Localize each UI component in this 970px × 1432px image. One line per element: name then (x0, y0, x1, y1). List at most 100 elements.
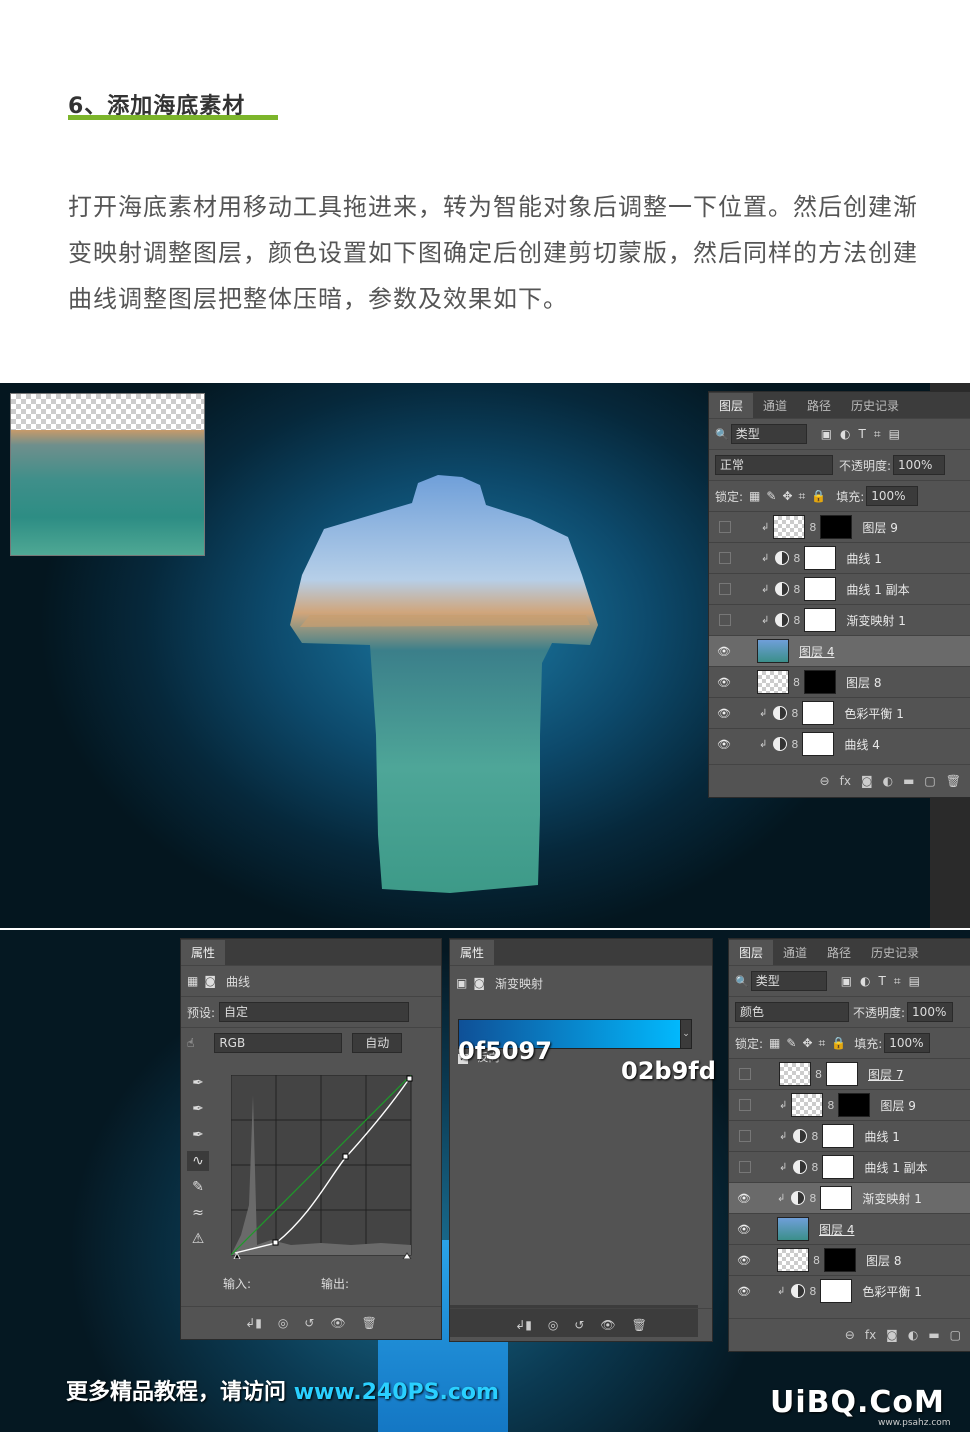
eye-icon[interactable]: 👁 (709, 676, 739, 689)
fill-field[interactable]: 100% (866, 486, 919, 506)
smooth-icon[interactable]: ≈ (187, 1203, 209, 1223)
layer-row[interactable]: ↲ 8 图层 9 (729, 1089, 970, 1120)
tab-channels[interactable]: 通道 (753, 393, 797, 418)
trash-icon[interactable]: 🗑 (362, 1316, 377, 1330)
white-point-eyedropper-icon[interactable]: ✒ (187, 1125, 209, 1145)
layer-row[interactable]: ↲ 8 曲线 1 (709, 542, 970, 573)
layer-row-selected[interactable]: 👁 ↲ 8 渐变映射 1 (729, 1182, 970, 1213)
layer-row[interactable]: 👁 8 图层 8 (729, 1244, 970, 1275)
reset-icon[interactable]: ↺ (304, 1316, 314, 1330)
layer-row[interactable]: ↲ 8 渐变映射 1 (709, 604, 970, 635)
layer-row[interactable]: ↲ 8 图层 9 (709, 511, 970, 542)
lock-label: 锁定: (735, 1036, 764, 1051)
curve-point-tool-icon[interactable]: ∿ (187, 1151, 209, 1171)
visibility-toggle[interactable] (739, 1099, 751, 1111)
tab-channels[interactable]: 通道 (773, 940, 817, 965)
filter-kind-select[interactable]: 类型 (750, 971, 827, 991)
eye-icon[interactable]: 👁 (709, 645, 739, 658)
link-layers-icon[interactable]: ⊖ (845, 1328, 855, 1342)
visibility-toggle[interactable] (719, 552, 731, 564)
layer-row[interactable]: ↲ 8 曲线 1 副本 (709, 573, 970, 604)
visibility-toggle[interactable] (739, 1068, 751, 1080)
lock-icons[interactable]: ▦✎✥⌗🔒 (769, 1036, 852, 1051)
eye-icon[interactable]: 👁 (729, 1254, 759, 1267)
add-mask-icon[interactable]: ◙ (886, 1328, 898, 1342)
curves-graph[interactable] (231, 1075, 413, 1259)
eye-icon[interactable]: 👁 (709, 738, 739, 751)
layer-row[interactable]: ↲ 8 曲线 1 (729, 1120, 970, 1151)
new-group-icon[interactable]: ▬ (903, 774, 914, 788)
layer-mask (820, 1186, 853, 1210)
visibility-toggle[interactable] (719, 583, 731, 595)
layer-row[interactable]: 👁 ↲ 8 曲线 4 (709, 728, 970, 759)
blend-mode-select[interactable]: 正常 (715, 455, 833, 475)
layer-row[interactable]: 👁 图层 4 (729, 1213, 970, 1244)
add-mask-icon[interactable]: ◙ (861, 774, 873, 788)
opacity-field[interactable]: 100% (893, 455, 946, 475)
auto-button[interactable]: 自动 (352, 1033, 403, 1053)
layer-mask (804, 608, 837, 632)
fx-button[interactable]: fx (840, 774, 851, 788)
layer-row[interactable]: 8 图层 7 (729, 1058, 970, 1089)
trash-icon[interactable]: 🗑 (946, 774, 961, 788)
new-adjustment-icon[interactable]: ◐ (883, 774, 893, 788)
visibility-toggle[interactable] (739, 1130, 751, 1142)
layers-panel: 图层 通道 路径 历史记录 🔍 类型 ▣◐T⌗▤ 正常 不透明度: 100% 锁… (708, 391, 970, 798)
lock-icons[interactable]: ▦✎✥⌗🔒 (749, 489, 832, 504)
tab-history[interactable]: 历史记录 (861, 940, 929, 965)
tab-paths[interactable]: 路径 (817, 940, 861, 965)
blend-mode-select[interactable]: 颜色 (735, 1002, 849, 1022)
link-layers-icon[interactable]: ⊖ (820, 774, 830, 788)
visibility-toggle[interactable] (719, 521, 731, 533)
mask-icon: ◙ (204, 974, 216, 988)
visibility-toggle[interactable] (719, 614, 731, 626)
tab-properties[interactable]: 属性 (450, 940, 495, 965)
layers-footer: ⊖ fx ◙ ◐ ▬ ▢ (729, 1318, 970, 1351)
preset-select[interactable]: 自定 (219, 1002, 410, 1022)
clip-arrow-icon: ↲ (759, 707, 768, 719)
view-previous-icon[interactable]: ◎ (548, 1318, 558, 1332)
view-previous-icon[interactable]: ◎ (278, 1316, 288, 1330)
layer-row[interactable]: 👁 ↲ 8 色彩平衡 1 (709, 697, 970, 728)
filter-icons[interactable]: ▣◐T⌗▤ (841, 974, 928, 989)
layer-name: 渐变映射 1 (862, 1191, 922, 1206)
filter-icons[interactable]: ▣◐T⌗▤ (821, 427, 908, 442)
fx-button[interactable]: fx (865, 1328, 876, 1342)
eye-icon[interactable]: 👁 (330, 1316, 345, 1330)
tab-layers[interactable]: 图层 (709, 393, 754, 418)
layer-row[interactable]: 👁 8 图层 8 (709, 666, 970, 697)
tab-paths[interactable]: 路径 (797, 393, 841, 418)
black-point-eyedropper-icon[interactable]: ✒ (187, 1073, 209, 1093)
opacity-field[interactable]: 100% (907, 1002, 954, 1022)
channel-select[interactable]: RGB (214, 1033, 343, 1053)
eye-icon[interactable]: 👁 (600, 1318, 615, 1332)
adjustment-icon (791, 1191, 806, 1205)
new-adjustment-icon[interactable]: ◐ (908, 1328, 918, 1342)
visibility-toggle[interactable] (739, 1161, 751, 1173)
new-layer-icon[interactable]: ▢ (924, 774, 935, 788)
eye-icon[interactable]: 👁 (729, 1192, 759, 1205)
layer-row[interactable]: 👁 ↲ 8 色彩平衡 1 (729, 1275, 970, 1306)
transparency-checker (11, 394, 204, 430)
fill-field[interactable]: 100% (884, 1033, 931, 1053)
tab-layers[interactable]: 图层 (729, 940, 774, 965)
trash-icon[interactable]: 🗑 (632, 1318, 647, 1332)
eye-icon[interactable]: 👁 (729, 1223, 759, 1236)
reset-icon[interactable]: ↺ (574, 1318, 584, 1332)
pencil-icon[interactable]: ✎ (187, 1177, 209, 1197)
new-layer-icon[interactable]: ▢ (950, 1328, 961, 1342)
layer-row-selected[interactable]: 👁 图层 4 (709, 635, 970, 666)
clipping-warning-icon[interactable]: ⚠ (187, 1229, 209, 1249)
tab-history[interactable]: 历史记录 (841, 393, 909, 418)
new-group-icon[interactable]: ▬ (928, 1328, 939, 1342)
gray-point-eyedropper-icon[interactable]: ✒ (187, 1099, 209, 1119)
clip-to-layer-icon[interactable]: ↲▮ (245, 1316, 262, 1330)
clip-to-layer-icon[interactable]: ↲▮ (515, 1318, 532, 1332)
eye-icon[interactable]: 👁 (709, 707, 739, 720)
layer-row[interactable]: ↲ 8 曲线 1 副本 (729, 1151, 970, 1182)
target-adjust-icon[interactable]: ☝ (187, 1036, 194, 1050)
chevron-down-icon[interactable]: ⌄ (680, 1019, 692, 1049)
tab-properties[interactable]: 属性 (181, 940, 226, 965)
eye-icon[interactable]: 👁 (729, 1285, 759, 1298)
filter-kind-select[interactable]: 类型 (730, 424, 807, 444)
